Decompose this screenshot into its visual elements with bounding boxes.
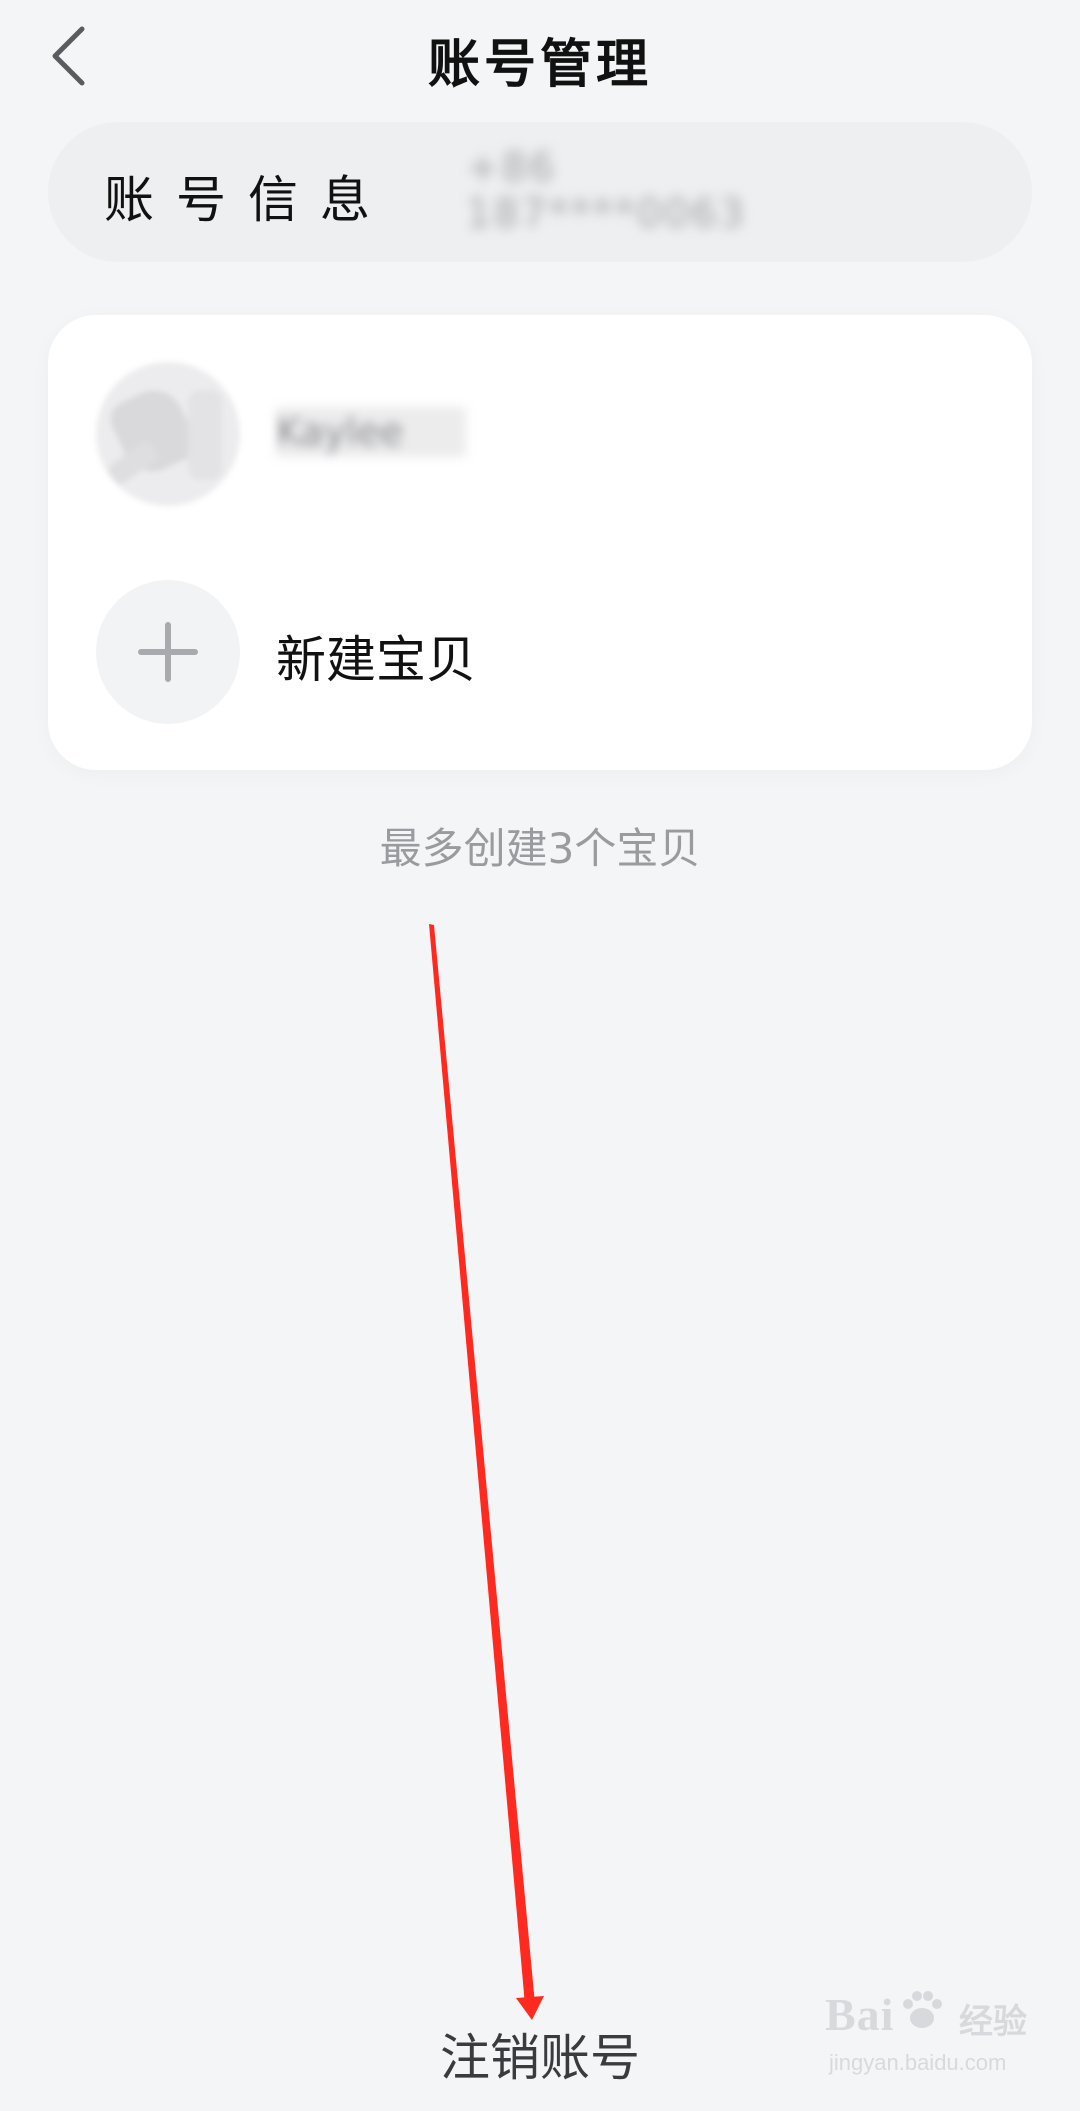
header-bar: 账号管理 [0, 0, 1080, 120]
child-avatar [96, 362, 240, 506]
account-phone-value: +86 187****0063 [466, 145, 747, 237]
watermark-sub: 经验 [959, 2002, 1027, 2042]
new-child-button[interactable]: 新建宝贝 [48, 535, 1032, 755]
children-card: Kaylee 新建宝贝 [48, 315, 1032, 770]
account-info-label: 账号信息 [104, 171, 392, 229]
page-title: 账号管理 [427, 35, 652, 95]
cancel-account-button[interactable]: 注销账号 [420, 2018, 660, 2088]
plus-icon [138, 622, 198, 682]
paw-icon [903, 1991, 942, 2028]
child-limit-note: 最多创建3个宝贝 [379, 824, 701, 873]
new-child-label: 新建宝贝 [276, 631, 476, 689]
child-item[interactable]: Kaylee [48, 315, 1032, 506]
baidu-jingyan-watermark: Bai 经验 jingyan.baidu.com [825, 1988, 1055, 2088]
watermark-url: jingyan.baidu.com [829, 2050, 1007, 2075]
add-child-circle [96, 580, 240, 724]
child-name: Kaylee [276, 407, 466, 457]
account-info-row[interactable]: 账号信息 +86 187****0063 [48, 122, 1032, 262]
watermark-brand: Bai [825, 1989, 895, 2040]
